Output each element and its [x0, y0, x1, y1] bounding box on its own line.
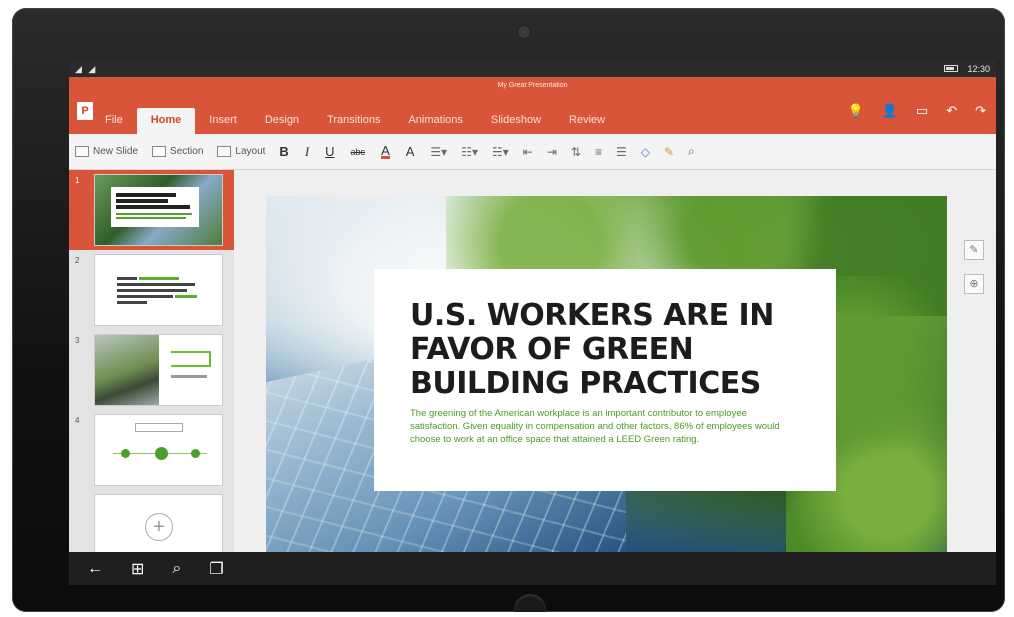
lightbulb-icon[interactable]: 💡 — [848, 103, 864, 119]
text-direction-icon[interactable]: ⇅ — [571, 145, 581, 159]
section-icon — [152, 146, 167, 157]
slide-thumbnails-pane: 1 2 3 4 + — [69, 170, 234, 552]
notes-icon[interactable]: ✎ — [964, 240, 984, 260]
bullets-icon[interactable]: ☰▾ — [430, 145, 447, 159]
new-slide-row[interactable]: + — [69, 490, 234, 552]
back-icon[interactable]: ← — [87, 560, 103, 578]
quick-styles-icon[interactable]: ✎ — [664, 145, 674, 159]
slide-canvas: U.S. WORKERS ARE IN FAVOR OF GREEN BUILD… — [234, 170, 954, 552]
document-title: My Great Presentation — [497, 82, 568, 89]
numbering-icon[interactable]: ☷▾ — [461, 145, 478, 159]
title-text-box[interactable]: U.S. WORKERS ARE IN FAVOR OF GREEN BUILD… — [374, 269, 836, 491]
thumbnail-row-2[interactable]: 2 — [69, 250, 234, 330]
thumbnail-title-card — [111, 187, 199, 227]
font-color-button[interactable]: A — [381, 144, 390, 159]
thumbnail-row-4[interactable]: 4 — [69, 410, 234, 490]
shapes-icon[interactable]: ◇ — [641, 145, 650, 159]
task-view-icon[interactable]: ❐ — [209, 559, 223, 579]
tab-animations[interactable]: Animations — [394, 114, 476, 134]
thumbnail-number: 1 — [75, 176, 80, 185]
windows-start-icon[interactable]: ⊞ — [131, 559, 144, 579]
paragraph-align-icon[interactable]: ☰ — [616, 145, 627, 159]
home-toolbar: New Slide Section Layout B I U abc A A ☰… — [69, 134, 996, 170]
right-side-panel: ✎ ⊕ — [954, 170, 996, 552]
underline-button[interactable]: U — [325, 144, 334, 159]
tab-file[interactable]: File — [99, 114, 137, 134]
layout-icon — [217, 146, 232, 157]
plus-icon[interactable]: + — [145, 513, 173, 541]
share-icon[interactable]: 👤 — [882, 103, 898, 119]
slide-thumbnail-2[interactable] — [94, 254, 223, 326]
thumbnail-row-1[interactable]: 1 — [69, 170, 234, 250]
increase-indent-icon[interactable]: ⇥ — [547, 145, 557, 159]
search-icon[interactable]: ⌕ — [172, 560, 181, 578]
decrease-indent-icon[interactable]: ⇤ — [523, 145, 533, 159]
home-button[interactable] — [514, 594, 546, 612]
redo-icon[interactable]: ↷ — [975, 103, 986, 119]
slide-thumbnail-4[interactable] — [94, 414, 223, 486]
clock: 12:30 — [967, 64, 990, 74]
tab-home[interactable]: Home — [136, 108, 196, 134]
slide-headline: U.S. WORKERS ARE IN FAVOR OF GREEN BUILD… — [410, 298, 774, 401]
new-slide-button[interactable]: New Slide — [75, 146, 138, 157]
align-text-icon[interactable]: ≡ — [595, 145, 602, 159]
comment-icon[interactable]: ▭ — [916, 103, 928, 119]
tablet-device: ◢ ◢ 12:30 My Great Presentation P File H… — [12, 8, 1005, 612]
thumbnail-row-3[interactable]: 3 — [69, 330, 234, 410]
thumbnail-number: 2 — [75, 256, 80, 265]
tab-review[interactable]: Review — [555, 114, 619, 134]
new-slide-icon — [75, 146, 89, 157]
slide-thumbnail-1[interactable] — [94, 174, 223, 246]
multilevel-list-icon[interactable]: ☵▾ — [492, 145, 509, 159]
signal-icon: ◢ ◢ — [75, 64, 98, 74]
windows-taskbar: ← ⊞ ⌕ ❐ — [69, 552, 996, 585]
slide-body-text: The greening of the American workplace i… — [410, 408, 780, 445]
tab-slideshow[interactable]: Slideshow — [477, 114, 555, 134]
status-bar: ◢ ◢ 12:30 — [69, 61, 996, 77]
slide-thumbnail-3[interactable] — [94, 334, 223, 406]
highlight-button[interactable]: A — [406, 144, 415, 159]
strikethrough-button[interactable]: abc — [351, 147, 366, 157]
ribbon-tabs: File Home Insert Design Transitions Anim… — [69, 103, 619, 134]
screen: ◢ ◢ 12:30 My Great Presentation P File H… — [69, 61, 996, 585]
bold-button[interactable]: B — [279, 144, 288, 159]
thumbnail-number: 3 — [75, 336, 80, 345]
italic-button[interactable]: I — [305, 144, 309, 160]
layout-button[interactable]: Layout — [217, 146, 265, 157]
ribbon-actions: 💡 👤 ▭ ↶ ↷ — [848, 103, 986, 119]
tab-insert[interactable]: Insert — [195, 114, 251, 134]
comments-icon[interactable]: ⊕ — [964, 274, 984, 294]
find-icon[interactable]: ⌕ — [688, 144, 695, 159]
tab-transitions[interactable]: Transitions — [313, 114, 394, 134]
thumbnail-number: 4 — [75, 416, 80, 425]
battery-icon — [944, 65, 958, 72]
thumbnail-photo — [95, 335, 159, 405]
ribbon: My Great Presentation P File Home Insert… — [69, 77, 996, 134]
section-button[interactable]: Section — [152, 146, 203, 157]
tab-design[interactable]: Design — [251, 114, 313, 134]
current-slide[interactable]: U.S. WORKERS ARE IN FAVOR OF GREEN BUILD… — [266, 196, 947, 552]
add-slide-thumbnail[interactable]: + — [94, 494, 223, 552]
camera — [518, 26, 530, 38]
undo-icon[interactable]: ↶ — [946, 103, 957, 119]
